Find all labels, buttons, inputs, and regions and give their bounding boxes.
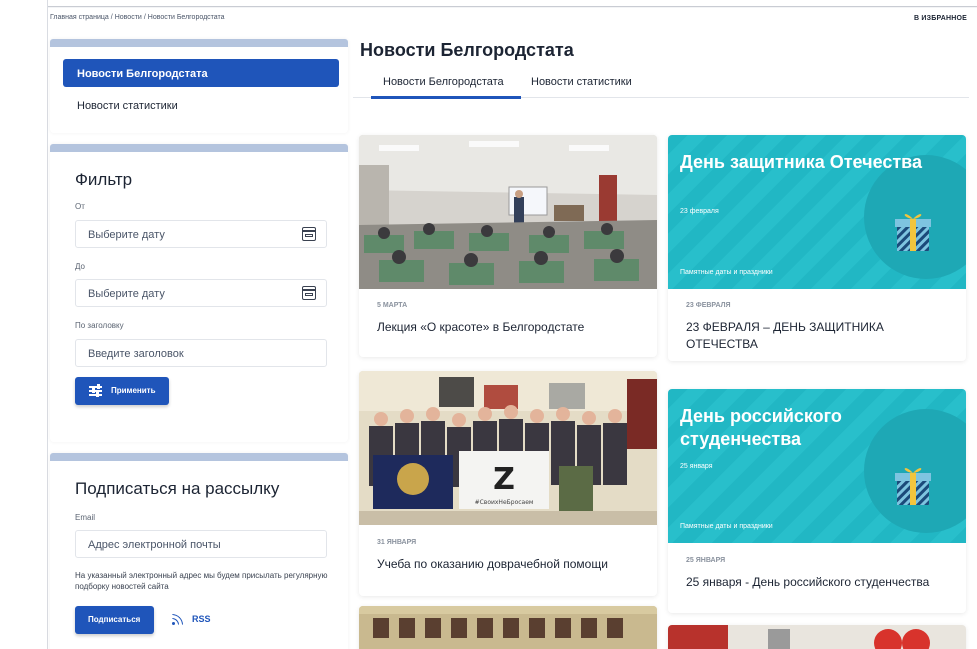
email-label: Email: [75, 513, 96, 522]
active-tab-indicator: [371, 96, 521, 99]
card-accent-bar: [50, 39, 348, 47]
news-card[interactable]: Z #СвоихНеБросаем 31 ЯНВАРЯ Учеба по ока…: [359, 371, 657, 596]
breadcrumb-news[interactable]: Новости: [115, 14, 142, 21]
page: Главная страница / Новости / Новости Белгоро…: [48, 8, 977, 649]
banner-category: Памятные даты и праздники: [680, 523, 773, 530]
tab-statistics-news[interactable]: Новости статистики: [531, 76, 632, 88]
subscribe-note: На указанный электронный адрес мы будем …: [75, 571, 328, 591]
news-title[interactable]: 25 января - День российского студенчеств…: [686, 574, 929, 591]
svg-text:Z: Z: [493, 462, 515, 497]
breadcrumb-current: Новости Белгородстата: [147, 14, 225, 21]
filter-panel: Фильтр От Выберите дату До Выберите дату…: [50, 144, 348, 442]
apply-filter-button[interactable]: Применить: [75, 377, 169, 405]
news-photo-gallery: [359, 606, 657, 649]
banner-title: День защитника Отечества: [680, 152, 923, 172]
sidebar-item-belgorodstat-news[interactable]: Новости Белгородстата: [63, 59, 339, 87]
rss-icon: [172, 614, 183, 625]
banner-title: День российского студенчества: [680, 406, 842, 449]
card-accent-bar: [50, 453, 348, 461]
news-date: 31 ЯНВАРЯ: [377, 539, 417, 546]
news-date: 5 МАРТА: [377, 302, 408, 309]
subscribe-button[interactable]: Подписаться: [75, 606, 154, 634]
from-label: От: [75, 202, 85, 211]
news-title[interactable]: Учеба по оказанию доврачебной помощи: [377, 556, 608, 573]
browser-frame-top: [0, 0, 977, 7]
to-label: До: [75, 262, 85, 271]
news-card[interactable]: [668, 625, 966, 649]
breadcrumb: Главная страница / Новости / Новости Белгоро…: [50, 14, 225, 21]
title-filter-input[interactable]: Введите заголовок: [75, 339, 327, 367]
rss-link[interactable]: RSS: [172, 614, 211, 625]
card-accent-bar: [50, 144, 348, 152]
sidebar-nav: Новости Белгородстата Новости статистики: [50, 39, 348, 133]
title-filter-label: По заголовку: [75, 321, 124, 330]
breadcrumb-home[interactable]: Главная страница: [50, 14, 109, 21]
browser-frame-left: [0, 0, 48, 649]
page-title: Новости Белгородстата: [360, 40, 574, 60]
date-from-input[interactable]: Выберите дату: [75, 220, 327, 248]
news-title[interactable]: Лекция «О красоте» в Белгородстате: [377, 319, 584, 336]
subscribe-title: Подписаться на рассылку: [75, 479, 280, 498]
sidebar-item-statistics-news[interactable]: Новости статистики: [77, 100, 178, 112]
news-photo-anniversary: [668, 625, 966, 649]
news-card[interactable]: 5 МАРТА Лекция «О красоте» в Белгородста…: [359, 135, 657, 357]
calendar-icon[interactable]: [302, 227, 316, 241]
banner-date: 23 февраля: [680, 208, 719, 215]
gift-icon: [895, 214, 931, 251]
news-card[interactable]: День защитника Отечества 23 февраля Памя…: [668, 135, 966, 361]
svg-text:#СвоихНеБросаем: #СвоихНеБросаем: [475, 499, 534, 506]
date-to-input[interactable]: Выберите дату: [75, 279, 327, 307]
email-field[interactable]: Адрес электронной почты: [75, 530, 327, 558]
add-to-favorites-link[interactable]: В ИЗБРАННОЕ: [914, 15, 967, 22]
news-photo-group: Z #СвоихНеБросаем: [359, 371, 657, 525]
news-card[interactable]: День российского студенчества 25 января …: [668, 389, 966, 613]
news-card[interactable]: [359, 606, 657, 649]
filter-title: Фильтр: [75, 170, 133, 189]
news-date: 25 ЯНВАРЯ: [686, 557, 726, 564]
news-date: 23 ФЕВРАЛЯ: [686, 302, 731, 309]
gift-icon: [895, 468, 931, 505]
subscribe-panel: Подписаться на рассылку Email Адрес элек…: [50, 453, 348, 649]
sliders-icon: [89, 384, 102, 397]
holiday-banner: День защитника Отечества 23 февраля Памя…: [668, 135, 966, 289]
banner-date: 25 января: [680, 463, 713, 470]
holiday-banner: День российского студенчества 25 января …: [668, 389, 966, 543]
news-title[interactable]: 23 ФЕВРАЛЯ – ДЕНЬ ЗАЩИТНИКА ОТЕЧЕСТВА: [686, 319, 946, 353]
news-tabs: Новости Белгородстата Новости статистики: [353, 68, 969, 99]
banner-category: Памятные даты и праздники: [680, 269, 773, 276]
calendar-icon[interactable]: [302, 286, 316, 300]
news-photo-lecture: [359, 135, 657, 289]
tab-belgorodstat-news[interactable]: Новости Белгородстата: [383, 76, 504, 88]
